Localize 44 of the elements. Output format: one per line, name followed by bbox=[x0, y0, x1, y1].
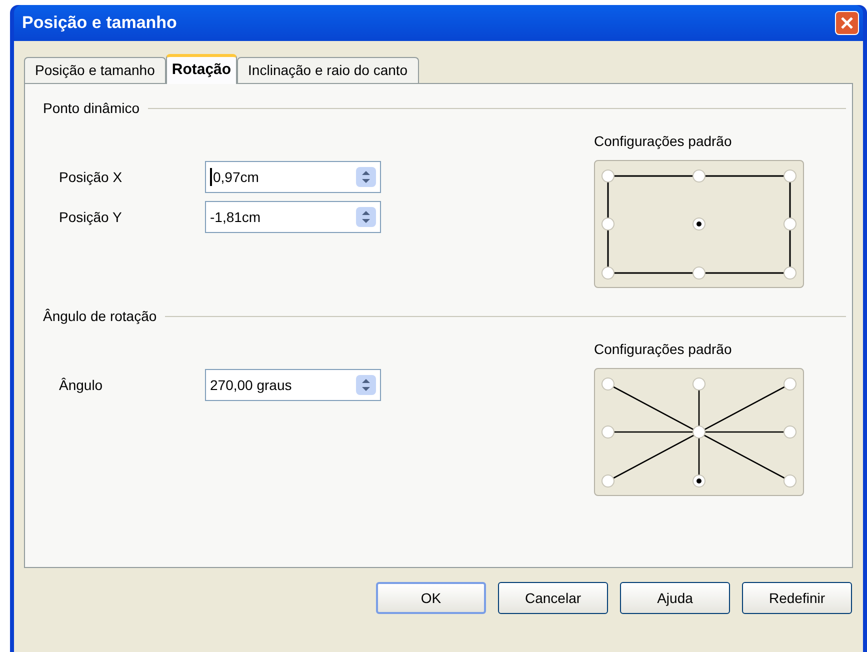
section-title: Ponto dinâmico bbox=[43, 99, 140, 118]
window-title: Posição e tamanho bbox=[21, 12, 177, 34]
dialog-button[interactable]: Cancelar bbox=[498, 582, 608, 614]
dialog-button[interactable]: Ajuda bbox=[620, 582, 730, 614]
dialog-button[interactable]: OK bbox=[376, 582, 486, 614]
field-value: 270,00 graus bbox=[210, 376, 293, 395]
preset-radio[interactable] bbox=[784, 266, 796, 280]
preset-radio[interactable] bbox=[602, 170, 614, 182]
spin-arrows-icon[interactable] bbox=[356, 167, 376, 187]
tab[interactable]: Rotação bbox=[166, 54, 238, 84]
preset-radio[interactable] bbox=[602, 474, 614, 488]
field-label: Posição Y bbox=[59, 208, 123, 227]
tab[interactable]: Posição e tamanho bbox=[24, 57, 166, 83]
spin-arrows-icon[interactable] bbox=[356, 207, 376, 227]
preset-radio[interactable] bbox=[784, 426, 796, 438]
field-value: 0,97cm bbox=[213, 168, 260, 186]
dialog-button[interactable]: Redefinir bbox=[742, 582, 852, 614]
preset-radio[interactable] bbox=[692, 378, 706, 390]
preset-radio[interactable] bbox=[602, 426, 614, 438]
tab[interactable]: Inclinação e raio do canto bbox=[237, 57, 419, 83]
preset-radio[interactable] bbox=[784, 218, 796, 230]
close-button[interactable] bbox=[835, 11, 859, 35]
spin-arrows-icon[interactable] bbox=[356, 375, 376, 395]
spin-field[interactable]: 0,97cm bbox=[205, 161, 381, 193]
field-label: Posição X bbox=[59, 168, 124, 187]
section-title: Ângulo de rotação bbox=[43, 307, 157, 326]
preset-radio[interactable] bbox=[692, 170, 706, 182]
preset-radio[interactable] bbox=[784, 170, 796, 182]
preset-radio[interactable] bbox=[784, 378, 796, 390]
preset-radio[interactable] bbox=[602, 378, 614, 390]
presets-label: Configurações padrão bbox=[594, 340, 733, 359]
close-icon bbox=[840, 16, 854, 30]
spin-field[interactable]: -1,81cm bbox=[205, 201, 381, 233]
preset-radio[interactable] bbox=[784, 474, 796, 488]
preset-radio[interactable] bbox=[602, 266, 614, 280]
preset-radio[interactable] bbox=[602, 218, 614, 230]
field-value: -1,81cm bbox=[210, 208, 262, 226]
field-label: Ângulo bbox=[59, 376, 104, 395]
preset-radio[interactable] bbox=[692, 426, 706, 438]
preset-radio[interactable] bbox=[692, 266, 706, 280]
preset-radio[interactable] bbox=[692, 218, 706, 230]
preset-radio[interactable] bbox=[692, 474, 706, 488]
presets-label: Configurações padrão bbox=[594, 132, 733, 151]
spin-field[interactable]: 270,00 graus bbox=[205, 369, 381, 401]
